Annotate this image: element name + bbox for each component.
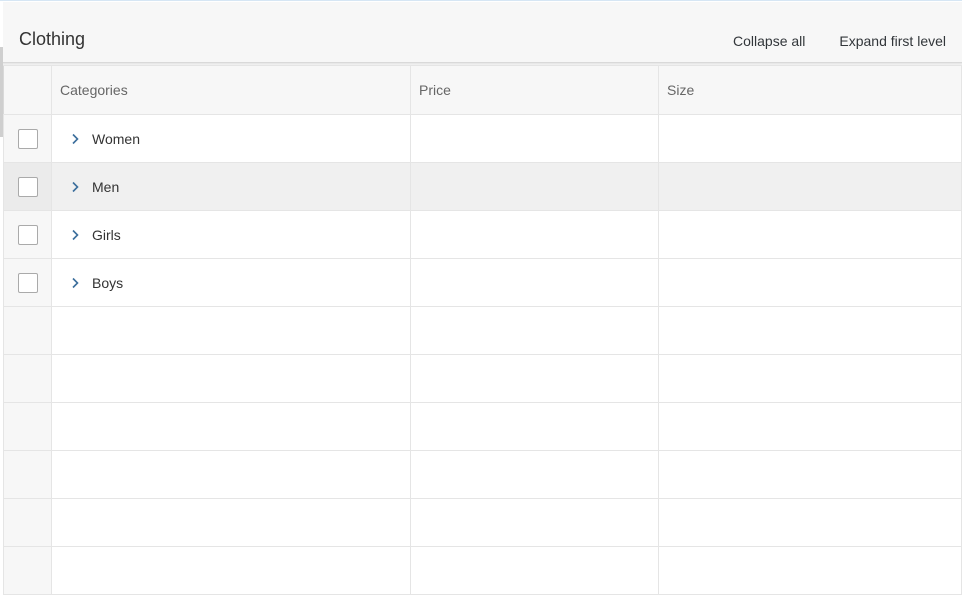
empty-cell (658, 354, 962, 403)
price-cell (410, 210, 659, 259)
collapse-all-button[interactable]: Collapse all (733, 32, 805, 50)
row-selector (3, 258, 52, 307)
select-all-header (3, 65, 52, 115)
empty-cell (410, 546, 659, 595)
empty-row (3, 402, 962, 451)
price-cell (410, 162, 659, 211)
toolbar-title: Clothing (19, 29, 86, 49)
toolbar-actions: Collapse all Expand first level (733, 32, 946, 50)
top-border (0, 0, 962, 1)
table-row[interactable]: Girls (3, 210, 962, 259)
table-row[interactable]: Men (3, 162, 962, 211)
chevron-right-icon[interactable] (68, 180, 82, 194)
tree-table: Categories Price Size Women Men Girls Bo… (3, 65, 962, 595)
empty-selector-cell (3, 354, 52, 403)
empty-selector-cell (3, 498, 52, 547)
row-selector (3, 114, 52, 163)
empty-cell (51, 450, 411, 499)
empty-row (3, 546, 962, 595)
empty-cell (410, 450, 659, 499)
empty-cell (51, 354, 411, 403)
empty-selector-cell (3, 402, 52, 451)
column-header-price[interactable]: Price (410, 65, 659, 115)
empty-cell (410, 498, 659, 547)
empty-cell (410, 402, 659, 451)
size-cell (658, 114, 962, 163)
row-checkbox[interactable] (17, 128, 38, 149)
empty-cell (51, 546, 411, 595)
row-selector (3, 162, 52, 211)
category-label: Boys (92, 274, 124, 291)
table-toolbar: Clothing Collapse all Expand first level (3, 2, 962, 63)
chevron-right-icon[interactable] (68, 276, 82, 290)
size-cell (658, 162, 962, 211)
header-row: Categories Price Size (3, 65, 962, 115)
row-selector (3, 210, 52, 259)
size-cell (658, 258, 962, 307)
category-cell: Boys (51, 258, 411, 307)
empty-selector-cell (3, 546, 52, 595)
empty-cell (410, 306, 659, 355)
empty-cell (658, 498, 962, 547)
empty-selector-cell (3, 306, 52, 355)
price-cell (410, 258, 659, 307)
empty-row (3, 450, 962, 499)
chevron-right-icon[interactable] (68, 132, 82, 146)
row-checkbox[interactable] (17, 272, 38, 293)
size-cell (658, 210, 962, 259)
empty-cell (51, 402, 411, 451)
category-cell: Men (51, 162, 411, 211)
category-cell: Women (51, 114, 411, 163)
column-header-size[interactable]: Size (658, 65, 962, 115)
empty-selector-cell (3, 450, 52, 499)
empty-row (3, 306, 962, 355)
empty-cell (51, 498, 411, 547)
empty-row (3, 354, 962, 403)
row-checkbox[interactable] (17, 176, 38, 197)
category-label: Girls (92, 226, 121, 243)
chevron-right-icon[interactable] (68, 228, 82, 242)
row-checkbox[interactable] (17, 224, 38, 245)
table-row[interactable]: Boys (3, 258, 962, 307)
empty-cell (410, 354, 659, 403)
empty-cell (658, 306, 962, 355)
empty-cell (658, 402, 962, 451)
expand-first-level-button[interactable]: Expand first level (839, 32, 946, 50)
empty-cell (658, 546, 962, 595)
table-row[interactable]: Women (3, 114, 962, 163)
category-label: Men (92, 178, 120, 195)
category-cell: Girls (51, 210, 411, 259)
empty-cell (658, 450, 962, 499)
price-cell (410, 114, 659, 163)
tree-table-app: Clothing Collapse all Expand first level… (0, 0, 962, 595)
empty-cell (51, 306, 411, 355)
empty-row (3, 498, 962, 547)
column-header-categories[interactable]: Categories (51, 65, 411, 115)
category-label: Women (92, 130, 140, 147)
